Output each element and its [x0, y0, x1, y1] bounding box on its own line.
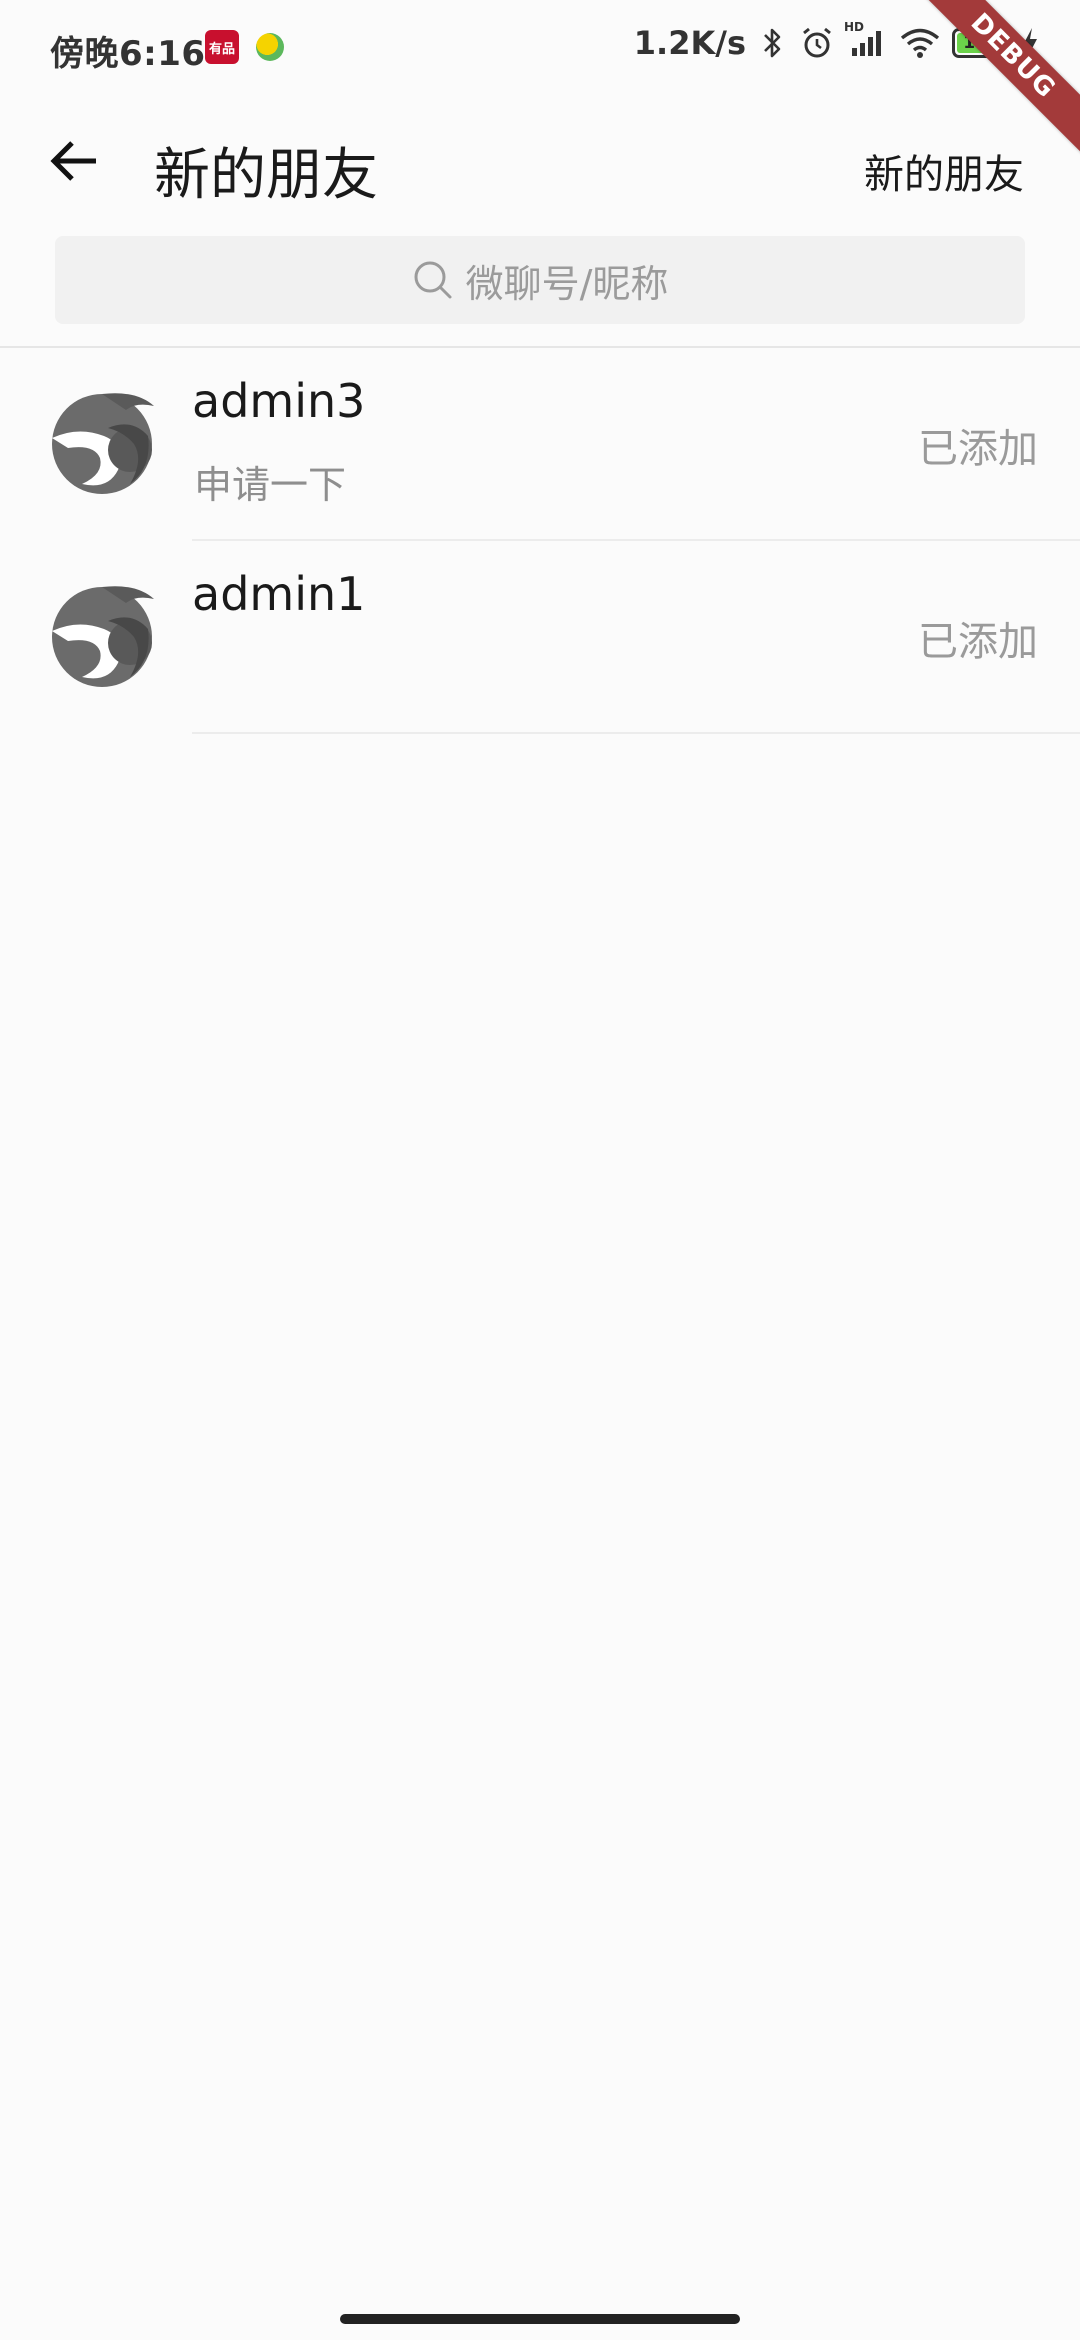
- avatar: [48, 388, 156, 496]
- network-speed: 1.2K/s: [633, 24, 746, 62]
- search-icon: [412, 259, 454, 301]
- friend-name: admin3: [192, 374, 366, 428]
- home-indicator[interactable]: [340, 2314, 740, 2324]
- added-status: 已添加: [918, 426, 1038, 472]
- friend-request-list: admin3 申请一下 已添加 admin1 已添加: [0, 348, 1080, 734]
- avatar: [48, 581, 156, 689]
- youpin-app-icon: 有品: [205, 30, 239, 64]
- search-placeholder: 微聊号/昵称: [465, 261, 669, 306]
- app-bar: 新的朋友 新的朋友: [0, 96, 1080, 240]
- network-type-label: HD: [844, 20, 865, 34]
- alarm-icon: [800, 24, 834, 62]
- status-bar: 傍晚6:16 有品 1.2K/s HD DEBUG: [0, 0, 1080, 159]
- back-button[interactable]: [40, 126, 110, 196]
- row-divider: [192, 732, 1080, 734]
- friend-name: admin1: [192, 567, 366, 621]
- back-arrow-icon: [50, 139, 100, 183]
- page-title: 新的朋友: [154, 143, 378, 208]
- list-item[interactable]: admin1 已添加: [0, 541, 1080, 734]
- search-input[interactable]: 微聊号/昵称: [55, 236, 1025, 324]
- status-time: 傍晚6:16: [50, 34, 206, 74]
- notification-app-icon: [256, 33, 284, 61]
- request-message: 申请一下: [194, 463, 347, 507]
- wifi-icon: [898, 24, 942, 62]
- bluetooth-icon: [756, 24, 790, 62]
- list-item[interactable]: admin3 申请一下 已添加: [0, 348, 1080, 541]
- screen: 傍晚6:16 有品 1.2K/s HD DEBUG 新的朋友 新的朋友 微聊号/…: [0, 0, 1080, 2340]
- added-status: 已添加: [918, 619, 1038, 665]
- cellular-signal-icon: HD: [844, 20, 888, 62]
- new-friends-action-button[interactable]: 新的朋友: [864, 142, 1024, 200]
